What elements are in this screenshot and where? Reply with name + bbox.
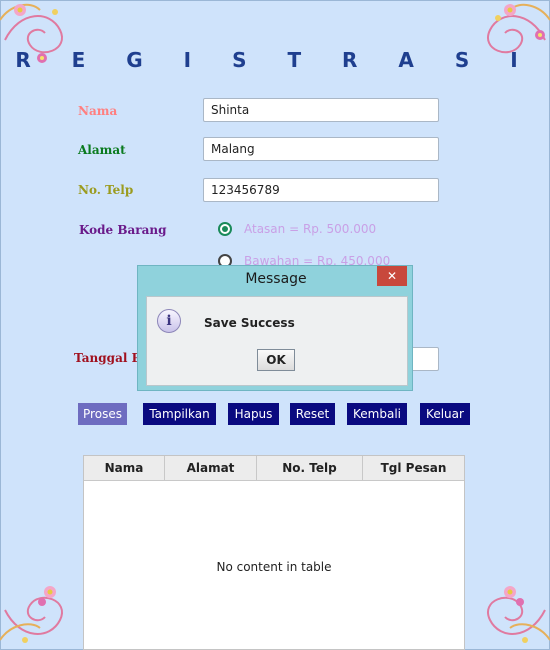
hapus-button[interactable]: Hapus [228, 403, 279, 425]
corner-decoration-bottom-left [0, 586, 63, 643]
page-title: R E G I S T R A S I [15, 48, 535, 72]
kembali-button[interactable]: Kembali [347, 403, 407, 425]
dialog-message: Save Success [204, 316, 295, 330]
data-table[interactable]: Nama Alamat No. Telp Tgl Pesan No conten… [83, 455, 465, 650]
keluar-button[interactable]: Keluar [420, 403, 470, 425]
radio-selected-dot [222, 226, 228, 232]
reset-button[interactable]: Reset [290, 403, 335, 425]
dialog-title: Message [245, 271, 307, 287]
label-kode-barang: Kode Barang [79, 223, 167, 237]
radio-atasan-label[interactable]: Atasan = Rp. 500.000 [244, 222, 376, 236]
proses-button[interactable]: Proses [78, 403, 127, 425]
message-dialog: Message ✕ i Save Success OK [137, 265, 413, 391]
corner-decoration-bottom-right [487, 586, 550, 643]
ok-button[interactable]: OK [257, 349, 295, 371]
tampilkan-button[interactable]: Tampilkan [143, 403, 216, 425]
alamat-field[interactable]: Malang [203, 137, 439, 161]
column-header-nama[interactable]: Nama [84, 456, 165, 480]
nama-field[interactable]: Shinta [203, 98, 439, 122]
info-icon: i [157, 309, 181, 333]
label-alamat: Alamat [78, 143, 126, 157]
telp-field[interactable]: 123456789 [203, 178, 439, 202]
label-nama: Nama [78, 104, 118, 118]
dialog-body: i Save Success OK [146, 296, 408, 386]
column-header-telp[interactable]: No. Telp [257, 456, 363, 480]
table-header: Nama Alamat No. Telp Tgl Pesan [84, 456, 464, 481]
column-header-alamat[interactable]: Alamat [165, 456, 257, 480]
close-icon[interactable]: ✕ [377, 266, 407, 286]
column-header-tgl-pesan[interactable]: Tgl Pesan [363, 456, 464, 480]
radio-atasan[interactable] [218, 222, 232, 236]
label-telp: No. Telp [78, 183, 134, 197]
label-tanggal: Tanggal P [74, 351, 141, 365]
table-empty-message: No content in table [216, 560, 332, 574]
